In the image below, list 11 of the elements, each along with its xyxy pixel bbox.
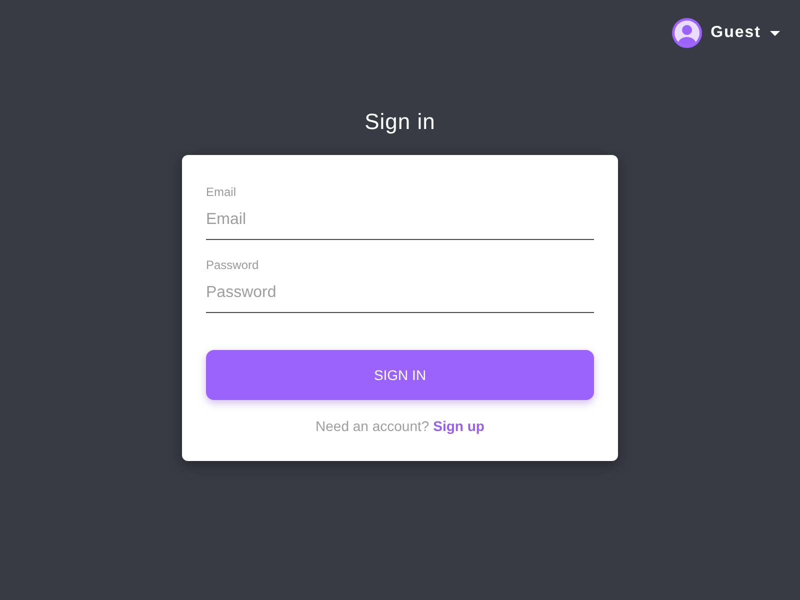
- field-label: Password: [206, 257, 260, 273]
- user-menu-button[interactable]: Guest: [672, 18, 780, 48]
- caret-icon: [770, 30, 780, 36]
- field-label: Email: [206, 184, 238, 200]
- sign-in-button[interactable]: SIGN IN: [206, 350, 594, 400]
- page-title: Sign in: [364, 108, 436, 136]
- sign-up-link[interactable]: Sign up: [433, 418, 484, 434]
- input-field[interactable]: Password: [206, 273, 594, 313]
- user-avatar-icon: [672, 18, 702, 48]
- input-field[interactable]: Email: [206, 200, 594, 240]
- account-prompt: Need an account?: [316, 418, 430, 434]
